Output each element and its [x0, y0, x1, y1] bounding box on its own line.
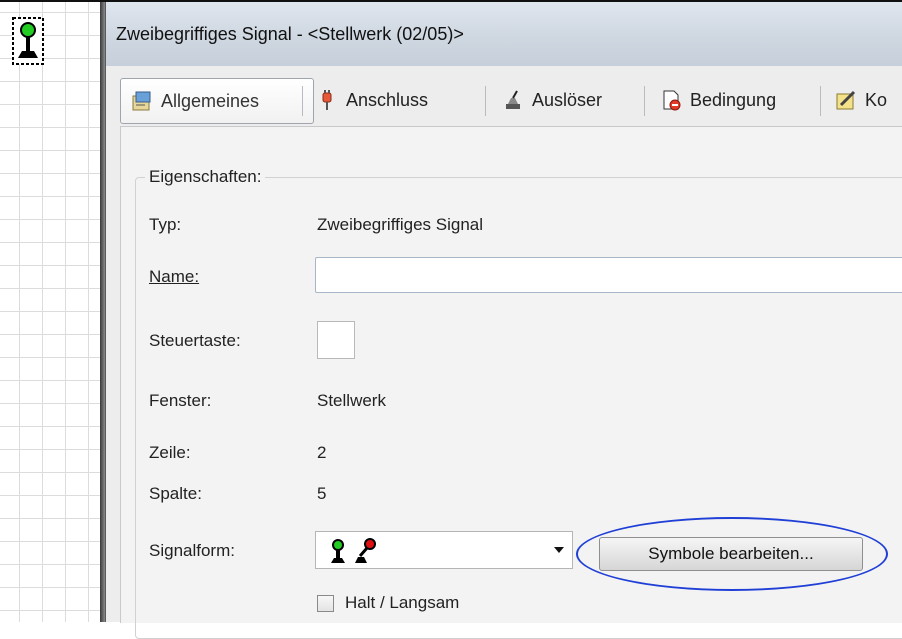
track-grid[interactable]: [0, 2, 100, 622]
tab-label: Allgemeines: [161, 90, 260, 111]
zeile-value: 2: [317, 443, 327, 462]
name-label-text: Name:: [149, 267, 200, 286]
properties-icon: [132, 91, 151, 111]
tab-panel-allgemeines: Eigenschaften: Typ: Zweibegriffiges Sign…: [120, 126, 902, 639]
tab-ausloeser[interactable]: Auslöser: [492, 78, 612, 122]
signal-red-icon: [355, 538, 376, 563]
tab-separator: [820, 86, 821, 116]
window-title: Zweibegriffiges Signal - <Stellwerk (02/…: [116, 24, 464, 44]
zeile-label: Zeile:: [149, 443, 191, 462]
trigger-icon: [506, 90, 520, 109]
note-icon: [836, 90, 856, 110]
tab-label: Auslöser: [532, 89, 603, 110]
typ-label: Typ:: [149, 215, 182, 234]
chevron-down-icon[interactable]: [554, 547, 564, 553]
tab-separator: [485, 86, 486, 116]
edit-symbols-button[interactable]: Symbole bearbeiten...: [599, 537, 863, 571]
tab-anschluss[interactable]: Anschluss: [306, 78, 438, 122]
grid-signal-icon[interactable]: [10, 16, 46, 66]
tab-separator: [302, 86, 303, 116]
condition-icon: [663, 90, 681, 111]
signal-green-icon: [331, 539, 345, 563]
halt-langsam-label: Halt / Langsam: [345, 593, 460, 612]
properties-group-title: Eigenschaften:: [145, 167, 266, 187]
spalte-value: 5: [317, 484, 327, 503]
dialog-window: Zweibegriffiges Signal - <Stellwerk (02/…: [105, 2, 902, 639]
fenster-value: Stellwerk: [317, 391, 386, 410]
signalform-label: Signalform:: [149, 541, 235, 560]
tab-ko[interactable]: Ko: [825, 78, 897, 122]
tab-allgemeines[interactable]: Allgemeines: [120, 78, 314, 124]
plug-icon: [322, 90, 332, 110]
steuertaste-input[interactable]: [317, 321, 355, 359]
name-input[interactable]: [315, 257, 902, 293]
halt-langsam-checkbox[interactable]: [317, 595, 334, 612]
signalform-select[interactable]: [315, 531, 573, 569]
fenster-label: Fenster:: [149, 391, 212, 410]
spalte-label: Spalte:: [149, 484, 202, 503]
tab-strip: Allgemeines Anschluss Auslöser Bedingung…: [120, 78, 902, 124]
tab-label: Ko: [865, 89, 888, 110]
steuertaste-label: Steuertaste:: [149, 331, 241, 350]
tab-label: Anschluss: [346, 89, 429, 110]
title-bar[interactable]: Zweibegriffiges Signal - <Stellwerk (02/…: [106, 2, 902, 66]
tab-separator: [644, 86, 645, 116]
tab-bedingung[interactable]: Bedingung: [650, 78, 786, 122]
typ-value: Zweibegriffiges Signal: [317, 215, 483, 234]
tab-label: Bedingung: [690, 89, 777, 110]
name-label: Name:: [149, 267, 199, 287]
